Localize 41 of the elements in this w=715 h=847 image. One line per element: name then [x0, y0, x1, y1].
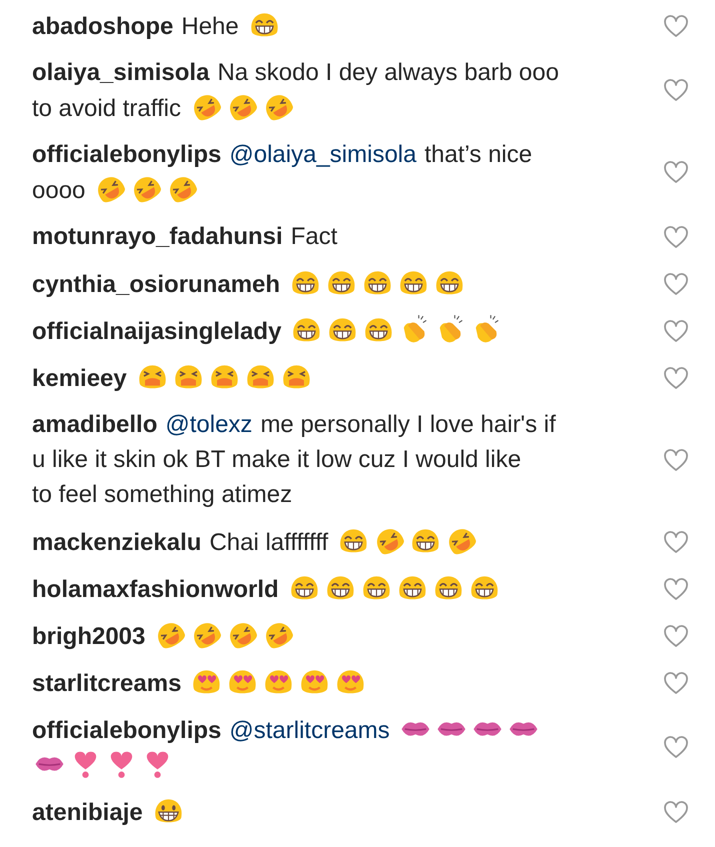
- comment-text: that’s nice: [424, 141, 532, 168]
- username-link[interactable]: mackenziekalu: [32, 529, 202, 556]
- like-heart-icon[interactable]: [663, 670, 689, 694]
- username-link[interactable]: brigh2003: [32, 623, 146, 650]
- comment-text: Hehe: [181, 13, 239, 40]
- like-heart-icon[interactable]: [663, 160, 689, 184]
- comment-text: to avoid traffic: [32, 95, 181, 122]
- like-heart-icon[interactable]: [663, 576, 689, 600]
- mention-link[interactable]: @olaiya_simisola: [229, 141, 416, 168]
- like-heart-icon[interactable]: [663, 318, 689, 342]
- username-link[interactable]: officialnaijasinglelady: [32, 318, 282, 345]
- username-link[interactable]: starlitcreams: [32, 670, 182, 697]
- username-link[interactable]: officialebonylips: [32, 717, 222, 744]
- username-link[interactable]: olaiya_simisola: [32, 59, 210, 86]
- like-heart-icon[interactable]: [663, 78, 689, 102]
- username-link[interactable]: motunrayo_fadahunsi: [32, 223, 283, 250]
- like-heart-icon[interactable]: [663, 14, 689, 38]
- like-heart-icon[interactable]: [663, 530, 689, 554]
- like-heart-icon[interactable]: [663, 448, 689, 472]
- username-link[interactable]: amadibello: [32, 411, 158, 438]
- comment-text: Fact: [290, 223, 338, 250]
- username-link[interactable]: officialebonylips: [32, 141, 222, 168]
- comment-text: me personally I love hair's if: [260, 411, 556, 438]
- comment-text: to feel something atimez: [32, 481, 292, 508]
- like-heart-icon[interactable]: [663, 624, 689, 648]
- comment-text: oooo: [32, 177, 86, 204]
- like-heart-icon[interactable]: [663, 224, 689, 248]
- like-heart-icon[interactable]: [663, 272, 689, 296]
- username-link[interactable]: cynthia_osiorunameh: [32, 271, 280, 298]
- mention-link[interactable]: @starlitcreams: [229, 717, 390, 744]
- username-link[interactable]: abadoshope: [32, 13, 174, 40]
- comment-text: u like it skin ok BT make it low cuz I would like: [32, 446, 522, 473]
- like-heart-icon[interactable]: [663, 366, 689, 390]
- comment-text: Chai lafffffff: [209, 529, 328, 556]
- mention-link[interactable]: @tolexz: [165, 411, 252, 438]
- username-link[interactable]: atenibiaje: [32, 799, 143, 826]
- like-heart-icon[interactable]: [663, 800, 689, 824]
- username-link[interactable]: kemieey: [32, 365, 127, 392]
- like-heart-icon[interactable]: [663, 735, 689, 759]
- username-link[interactable]: holamaxfashionworld: [32, 576, 279, 603]
- comment-text: Na skodo I dey always barb ooo: [217, 59, 559, 86]
